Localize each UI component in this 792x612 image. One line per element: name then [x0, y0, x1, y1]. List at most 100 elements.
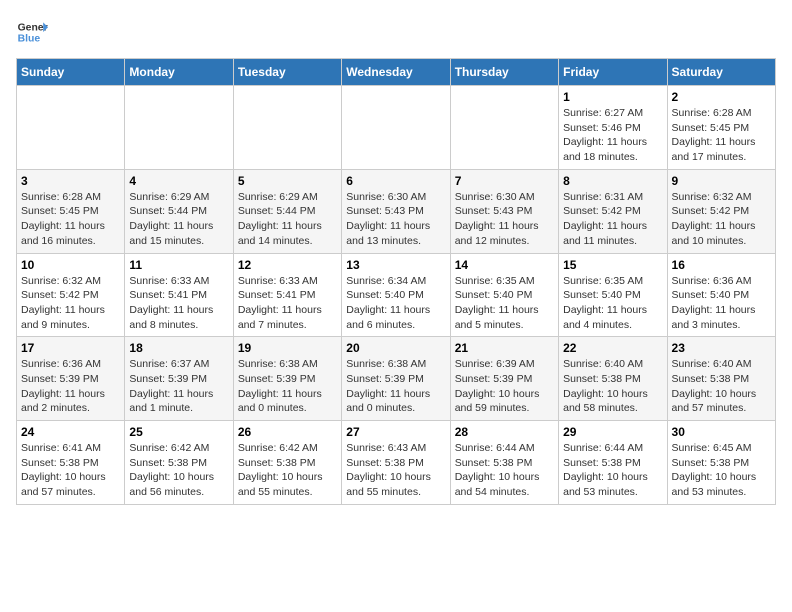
day-number: 12: [238, 258, 337, 272]
calendar-cell: 23 Sunrise: 6:40 AMSunset: 5:38 PMDayligh…: [667, 337, 775, 421]
calendar-cell: [450, 86, 558, 170]
calendar-cell: 29 Sunrise: 6:44 AMSunset: 5:38 PMDayligh…: [559, 421, 667, 505]
day-number: 3: [21, 174, 120, 188]
calendar-week-row: 10 Sunrise: 6:32 AMSunset: 5:42 PMDayligh…: [17, 253, 776, 337]
day-number: 28: [455, 425, 554, 439]
calendar-cell: 30 Sunrise: 6:45 AMSunset: 5:38 PMDayligh…: [667, 421, 775, 505]
day-info: Sunrise: 6:33 AMSunset: 5:41 PMDaylight:…: [238, 274, 337, 333]
day-number: 8: [563, 174, 662, 188]
day-info: Sunrise: 6:34 AMSunset: 5:40 PMDaylight:…: [346, 274, 445, 333]
day-info: Sunrise: 6:28 AMSunset: 5:45 PMDaylight:…: [21, 190, 120, 249]
calendar-cell: 21 Sunrise: 6:39 AMSunset: 5:39 PMDayligh…: [450, 337, 558, 421]
day-number: 22: [563, 341, 662, 355]
calendar-cell: [17, 86, 125, 170]
day-info: Sunrise: 6:37 AMSunset: 5:39 PMDaylight:…: [129, 357, 228, 416]
day-number: 15: [563, 258, 662, 272]
day-of-week-header: Tuesday: [233, 59, 341, 86]
calendar-cell: 11Sunrise: 6:33 AMSunset: 5:41 PMDayligh…: [125, 253, 233, 337]
calendar-cell: 16Sunrise: 6:36 AMSunset: 5:40 PMDayligh…: [667, 253, 775, 337]
day-number: 26: [238, 425, 337, 439]
calendar-cell: 25 Sunrise: 6:42 AMSunset: 5:38 PMDayligh…: [125, 421, 233, 505]
day-info: Sunrise: 6:44 AMSunset: 5:38 PMDaylight:…: [455, 441, 554, 500]
calendar-cell: 22 Sunrise: 6:40 AMSunset: 5:38 PMDayligh…: [559, 337, 667, 421]
day-of-week-header: Wednesday: [342, 59, 450, 86]
day-info: Sunrise: 6:30 AMSunset: 5:43 PMDaylight:…: [346, 190, 445, 249]
calendar-cell: 7 Sunrise: 6:30 AMSunset: 5:43 PMDaylight…: [450, 169, 558, 253]
day-info: Sunrise: 6:35 AMSunset: 5:40 PMDaylight:…: [455, 274, 554, 333]
day-info: Sunrise: 6:32 AMSunset: 5:42 PMDaylight:…: [672, 190, 771, 249]
day-number: 30: [672, 425, 771, 439]
day-info: Sunrise: 6:45 AMSunset: 5:38 PMDaylight:…: [672, 441, 771, 500]
day-number: 20: [346, 341, 445, 355]
calendar-cell: 2 Sunrise: 6:28 AMSunset: 5:45 PMDaylight…: [667, 86, 775, 170]
calendar-header-row: SundayMondayTuesdayWednesdayThursdayFrid…: [17, 59, 776, 86]
calendar-cell: 8 Sunrise: 6:31 AMSunset: 5:42 PMDaylight…: [559, 169, 667, 253]
calendar-cell: 10 Sunrise: 6:32 AMSunset: 5:42 PMDayligh…: [17, 253, 125, 337]
day-info: Sunrise: 6:42 AMSunset: 5:38 PMDaylight:…: [238, 441, 337, 500]
day-info: Sunrise: 6:40 AMSunset: 5:38 PMDaylight:…: [672, 357, 771, 416]
day-info: Sunrise: 6:42 AMSunset: 5:38 PMDaylight:…: [129, 441, 228, 500]
calendar-cell: [342, 86, 450, 170]
calendar-cell: 3 Sunrise: 6:28 AMSunset: 5:45 PMDaylight…: [17, 169, 125, 253]
day-info: Sunrise: 6:44 AMSunset: 5:38 PMDaylight:…: [563, 441, 662, 500]
day-number: 9: [672, 174, 771, 188]
day-info: Sunrise: 6:38 AMSunset: 5:39 PMDaylight:…: [238, 357, 337, 416]
day-info: Sunrise: 6:35 AMSunset: 5:40 PMDaylight:…: [563, 274, 662, 333]
day-info: Sunrise: 6:41 AMSunset: 5:38 PMDaylight:…: [21, 441, 120, 500]
logo: General Blue: [16, 16, 48, 48]
calendar-cell: 18 Sunrise: 6:37 AMSunset: 5:39 PMDayligh…: [125, 337, 233, 421]
calendar-week-row: 17 Sunrise: 6:36 AMSunset: 5:39 PMDayligh…: [17, 337, 776, 421]
day-number: 23: [672, 341, 771, 355]
calendar-week-row: 1 Sunrise: 6:27 AMSunset: 5:46 PMDaylight…: [17, 86, 776, 170]
day-number: 10: [21, 258, 120, 272]
day-info: Sunrise: 6:32 AMSunset: 5:42 PMDaylight:…: [21, 274, 120, 333]
calendar-week-row: 24Sunrise: 6:41 AMSunset: 5:38 PMDayligh…: [17, 421, 776, 505]
calendar-cell: 27Sunrise: 6:43 AMSunset: 5:38 PMDayligh…: [342, 421, 450, 505]
day-number: 2: [672, 90, 771, 104]
day-number: 29: [563, 425, 662, 439]
day-number: 17: [21, 341, 120, 355]
day-info: Sunrise: 6:31 AMSunset: 5:42 PMDaylight:…: [563, 190, 662, 249]
calendar-cell: [125, 86, 233, 170]
day-info: Sunrise: 6:36 AMSunset: 5:39 PMDaylight:…: [21, 357, 120, 416]
calendar-cell: 14 Sunrise: 6:35 AMSunset: 5:40 PMDayligh…: [450, 253, 558, 337]
calendar-cell: 19Sunrise: 6:38 AMSunset: 5:39 PMDayligh…: [233, 337, 341, 421]
calendar-cell: 20Sunrise: 6:38 AMSunset: 5:39 PMDayligh…: [342, 337, 450, 421]
day-number: 25: [129, 425, 228, 439]
calendar-cell: 15 Sunrise: 6:35 AMSunset: 5:40 PMDayligh…: [559, 253, 667, 337]
page-header: General Blue: [16, 16, 776, 48]
calendar-cell: 17 Sunrise: 6:36 AMSunset: 5:39 PMDayligh…: [17, 337, 125, 421]
day-number: 5: [238, 174, 337, 188]
calendar-cell: 6Sunrise: 6:30 AMSunset: 5:43 PMDaylight…: [342, 169, 450, 253]
day-info: Sunrise: 6:40 AMSunset: 5:38 PMDaylight:…: [563, 357, 662, 416]
day-number: 7: [455, 174, 554, 188]
day-number: 1: [563, 90, 662, 104]
day-number: 4: [129, 174, 228, 188]
calendar-cell: 9 Sunrise: 6:32 AMSunset: 5:42 PMDaylight…: [667, 169, 775, 253]
day-number: 13: [346, 258, 445, 272]
calendar-cell: 4 Sunrise: 6:29 AMSunset: 5:44 PMDaylight…: [125, 169, 233, 253]
calendar-table: SundayMondayTuesdayWednesdayThursdayFrid…: [16, 58, 776, 505]
calendar-cell: 5 Sunrise: 6:29 AMSunset: 5:44 PMDaylight…: [233, 169, 341, 253]
day-of-week-header: Sunday: [17, 59, 125, 86]
day-info: Sunrise: 6:28 AMSunset: 5:45 PMDaylight:…: [672, 106, 771, 165]
calendar-cell: [233, 86, 341, 170]
day-of-week-header: Thursday: [450, 59, 558, 86]
calendar-cell: 24Sunrise: 6:41 AMSunset: 5:38 PMDayligh…: [17, 421, 125, 505]
calendar-cell: 13 Sunrise: 6:34 AMSunset: 5:40 PMDayligh…: [342, 253, 450, 337]
day-info: Sunrise: 6:43 AMSunset: 5:38 PMDaylight:…: [346, 441, 445, 500]
calendar-cell: 1 Sunrise: 6:27 AMSunset: 5:46 PMDaylight…: [559, 86, 667, 170]
day-number: 14: [455, 258, 554, 272]
day-info: Sunrise: 6:30 AMSunset: 5:43 PMDaylight:…: [455, 190, 554, 249]
day-number: 21: [455, 341, 554, 355]
day-info: Sunrise: 6:29 AMSunset: 5:44 PMDaylight:…: [238, 190, 337, 249]
day-of-week-header: Friday: [559, 59, 667, 86]
day-info: Sunrise: 6:29 AMSunset: 5:44 PMDaylight:…: [129, 190, 228, 249]
day-info: Sunrise: 6:39 AMSunset: 5:39 PMDaylight:…: [455, 357, 554, 416]
day-number: 18: [129, 341, 228, 355]
calendar-week-row: 3 Sunrise: 6:28 AMSunset: 5:45 PMDaylight…: [17, 169, 776, 253]
svg-text:Blue: Blue: [18, 34, 41, 45]
day-info: Sunrise: 6:33 AMSunset: 5:41 PMDaylight:…: [129, 274, 228, 333]
day-info: Sunrise: 6:27 AMSunset: 5:46 PMDaylight:…: [563, 106, 662, 165]
calendar-cell: 26 Sunrise: 6:42 AMSunset: 5:38 PMDayligh…: [233, 421, 341, 505]
